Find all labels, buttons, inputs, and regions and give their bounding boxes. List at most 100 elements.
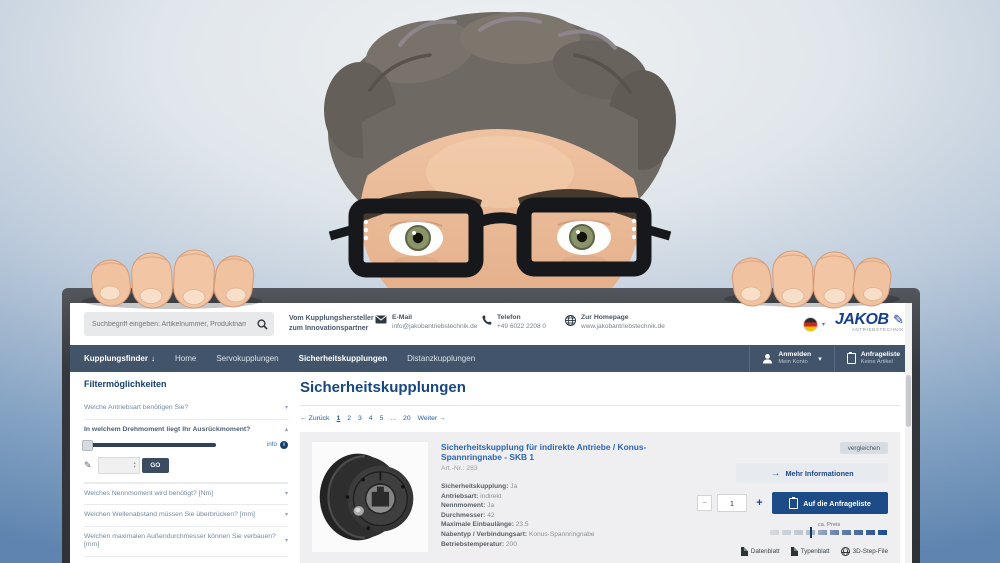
browser-screen: Vom Kupplungshersteller zum Innovationsp… [70, 303, 912, 563]
document-icon [791, 547, 798, 556]
contact-email[interactable]: E-Mail info@jakobantriebstechnik.de [375, 313, 477, 331]
pagination-pages: 12345... 20 [336, 415, 410, 422]
pagination-page[interactable]: 3 [358, 415, 362, 422]
document-icon [741, 547, 748, 556]
chevron-down-icon: ▾ [285, 537, 288, 546]
pagination-page[interactable]: ... [390, 415, 396, 422]
product-artnr: Art.-Nr.: 283 [441, 465, 705, 472]
pagination-page[interactable]: 20 [403, 415, 411, 422]
phone-icon [482, 315, 492, 325]
pagination: ← Zurück 12345... 20 Weiter → [300, 415, 900, 422]
site-header: Vom Kupplungshersteller zum Innovationsp… [70, 303, 912, 345]
sidebar-title: Filtermöglichkeiten [84, 379, 288, 389]
filter-item[interactable]: Welchen maximalen Außendurchmesser könne… [84, 527, 288, 557]
info-icon: i [280, 441, 288, 449]
scrollbar-thumb[interactable] [906, 375, 911, 427]
qty-plus-button[interactable]: + [752, 495, 767, 511]
spec-row: Sicherheitskupplung: Ja [441, 482, 705, 492]
download-typenblatt[interactable]: Typenblatt [791, 547, 830, 556]
spec-row: Nennmoment: Ja [441, 501, 705, 511]
product-card: Sicherheitskupplung für indirekte Antrie… [300, 432, 900, 563]
nav-item-kupplungsfinder[interactable]: Kupplungsfinder ↓ [70, 345, 165, 372]
search-input[interactable] [84, 321, 250, 328]
contact-homepage[interactable]: Zur Homepage www.jakobantriebstechnik.de [565, 313, 665, 331]
add-to-request-list-button[interactable]: Auf die Anfrageliste [772, 492, 888, 514]
number-spinner-icon[interactable]: ▴▾ [134, 461, 136, 469]
torque-slider-track[interactable] [84, 443, 216, 447]
page-title: Sicherheitskupplungen [300, 379, 900, 406]
pagination-next[interactable]: Weiter → [418, 415, 446, 422]
request-list-menu[interactable]: Anfrageliste Keine Artikel [834, 345, 912, 372]
user-icon [762, 353, 773, 364]
pagination-page[interactable]: 4 [369, 415, 373, 422]
monitor-bezel: Vom Kupplungshersteller zum Innovationsp… [62, 288, 920, 563]
price-marker [810, 527, 812, 538]
torque-slider-handle[interactable] [82, 440, 93, 451]
compare-button[interactable]: vergleichen [840, 442, 888, 454]
nav-item-distanzkupplungen[interactable]: Distanzkupplungen [397, 345, 485, 372]
main-navigation: Kupplungsfinder ↓ Home Servokupplungen S… [70, 345, 912, 372]
spec-row: Nabentyp / Verbindungsart: Konus-Spannri… [441, 530, 705, 540]
pagination-page[interactable]: 2 [347, 415, 351, 422]
chevron-down-icon: ▾ [818, 355, 822, 363]
info-link[interactable]: info i [267, 441, 288, 449]
language-selector[interactable]: ▾ [803, 317, 825, 332]
search-icon [257, 319, 268, 330]
account-menu[interactable]: Anmelden Mein Konto ▾ [749, 345, 833, 372]
main-content: Sicherheitskupplungen ← Zurück 12345... 2… [300, 379, 900, 563]
more-info-button[interactable]: → Mehr Informationen [736, 463, 888, 483]
spec-row: Antriebsart: indirekt [441, 492, 705, 502]
filter-item[interactable]: Welches Nennmoment wird benötigt? [Nm] ▾ [84, 483, 288, 506]
price-scale-bar [770, 530, 888, 535]
globe-icon [841, 547, 850, 556]
search-box [84, 312, 274, 336]
search-button[interactable] [250, 312, 274, 336]
go-button[interactable]: GO [142, 458, 169, 473]
nav-item-sicherheitskupplungen[interactable]: Sicherheitskupplungen [289, 345, 397, 372]
qty-input[interactable] [717, 494, 747, 512]
globe-icon [565, 315, 576, 326]
pagination-page[interactable]: 5 [380, 415, 384, 422]
spec-row: Durchmesser: 42 [441, 511, 705, 521]
edit-pencil-icon: ✎ [84, 460, 92, 471]
nav-item-servokupplungen[interactable]: Servokupplungen [206, 345, 288, 372]
glasses [330, 205, 670, 270]
chevron-down-icon: ▾ [285, 404, 288, 413]
product-specs: Sicherheitskupplung: Ja Antriebsart: ind… [441, 482, 705, 549]
page-scrollbar [905, 303, 912, 563]
pencil-logo-icon: ✎ [893, 312, 904, 327]
company-logo[interactable]: JAKOB ✎ ANTRIEBSTECHNIK [835, 312, 904, 332]
contact-phone[interactable]: Telefon +49 6022 2208 0 [482, 313, 546, 331]
german-flag-icon [803, 317, 818, 332]
spec-row: Betriebstemperatur: 200 [441, 540, 705, 550]
chevron-down-icon: ▾ [822, 321, 825, 328]
qty-minus-button[interactable]: − [697, 495, 712, 511]
spec-row: Maximale Einbaulänge: 23.5 [441, 520, 705, 530]
chevron-down-icon: ▾ [285, 511, 288, 520]
coupling-product-photo [318, 447, 422, 547]
download-3d-step-file[interactable]: 3D-Step-File [841, 547, 888, 556]
chevron-up-icon: ▴ [285, 426, 288, 433]
filter-drehmoment-header[interactable]: In welchem Drehmoment liegt Ihr Ausrückm… [84, 426, 288, 433]
clipboard-icon [847, 353, 856, 364]
download-datenblatt[interactable]: Datenblatt [741, 547, 780, 556]
arrow-right-icon: → [770, 468, 780, 479]
filter-drehmoment-expanded: In welchem Drehmoment liegt Ihr Ausrückm… [84, 420, 288, 483]
filter-item[interactable]: Was ist Ihre verfügbare Einbaulänge ? [m… [84, 557, 288, 563]
filter-item[interactable]: Welchen Wellenabstand müssen Sie überbrü… [84, 505, 288, 527]
email-icon [375, 315, 387, 324]
download-links: Datenblatt Typenblatt 3D-Step-File [741, 547, 888, 556]
filter-sidebar: Filtermöglichkeiten Welche Antriebsart b… [84, 379, 288, 563]
clipboard-icon [789, 498, 798, 509]
nav-item-home[interactable]: Home [165, 345, 206, 372]
price-indicator: ca. Preis [770, 522, 888, 535]
pagination-page[interactable]: 1 [336, 415, 340, 422]
product-name[interactable]: Sicherheitskupplung für indirekte Antrie… [441, 442, 705, 462]
filter-list: Welches Nennmoment wird benötigt? [Nm] ▾… [84, 483, 288, 563]
product-image[interactable] [312, 442, 428, 552]
filter-antriebsart[interactable]: Welche Antriebsart benötigen Sie? ▾ [84, 398, 288, 420]
chevron-down-icon: ▾ [285, 490, 288, 499]
logo-text: JAKOB [835, 311, 889, 328]
pagination-prev[interactable]: ← Zurück [300, 415, 329, 422]
arrow-down-icon: ↓ [151, 354, 155, 363]
